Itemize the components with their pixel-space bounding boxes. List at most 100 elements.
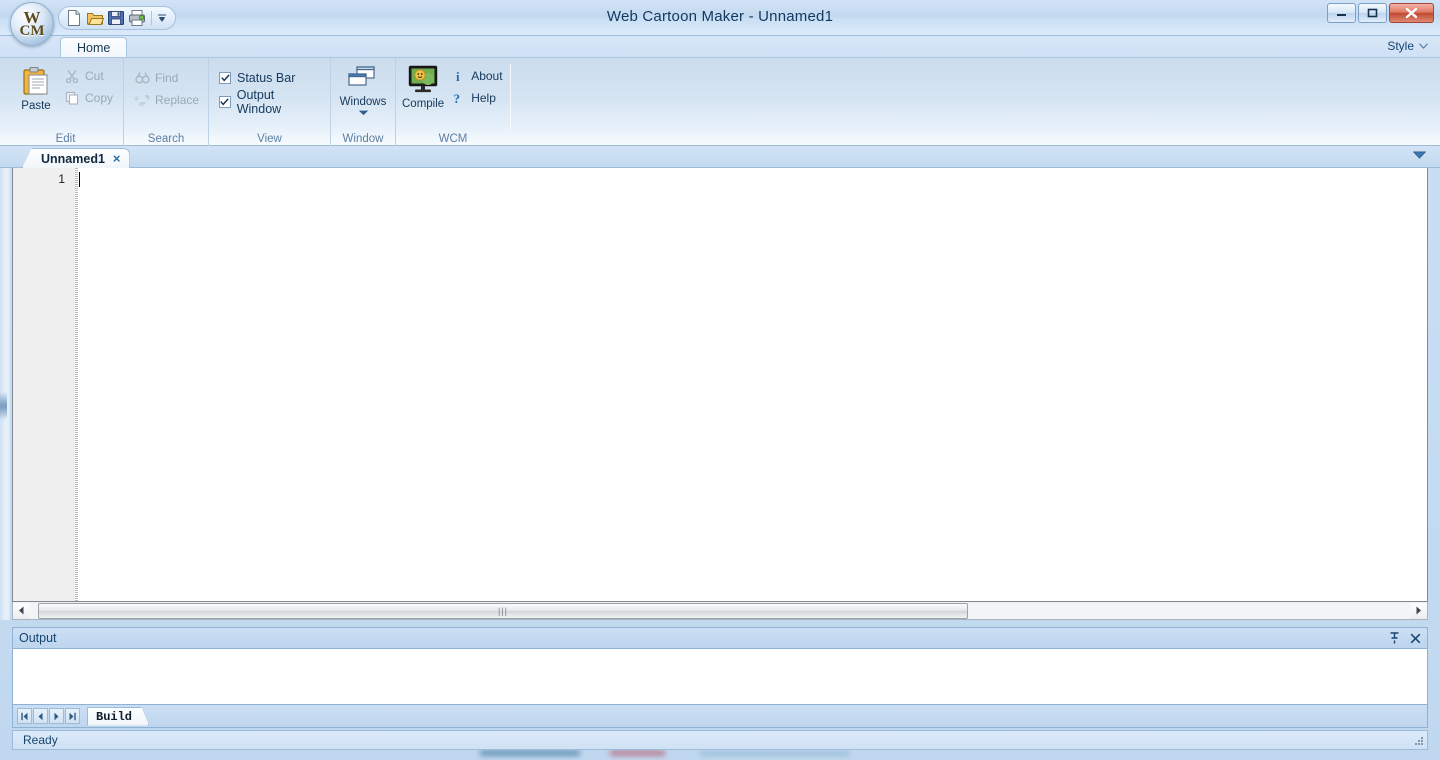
nav-first-button[interactable] xyxy=(17,708,32,724)
ribbon-group-search: Find a ae Replace Search xyxy=(123,58,209,147)
status-bar-checkbox-label: Status Bar xyxy=(237,71,296,85)
editor-horizontal-scrollbar[interactable]: ||| xyxy=(12,602,1428,620)
windows-button-label: Windows xyxy=(339,96,387,108)
quick-access-toolbar xyxy=(58,6,176,30)
edit-small-buttons: Cut Copy xyxy=(60,62,117,108)
output-window-checkbox-item[interactable]: Output Window xyxy=(215,88,324,116)
tab-home-label: Home xyxy=(77,41,111,55)
find-icon xyxy=(134,70,150,86)
chevron-down-icon xyxy=(358,110,368,115)
application-menu-button[interactable]: W CM xyxy=(10,2,54,46)
code-editor[interactable]: 1 xyxy=(12,168,1428,602)
status-bar-message: Ready xyxy=(23,733,58,747)
left-splitter-handle[interactable] xyxy=(0,392,7,420)
pin-icon[interactable] xyxy=(1389,632,1400,644)
title-bar: Web Cartoon Maker - Unnamed1 xyxy=(0,0,1440,36)
about-button-label: About xyxy=(471,69,503,83)
resize-grip-icon[interactable] xyxy=(1412,734,1425,747)
compile-icon xyxy=(408,65,438,93)
status-bar-checkbox[interactable] xyxy=(219,72,231,84)
status-bar-checkbox-item[interactable]: Status Bar xyxy=(215,67,299,89)
chevron-down-icon xyxy=(1419,43,1428,49)
scrollbar-track[interactable]: ||| xyxy=(30,602,1410,619)
output-panel-tabbar: Build xyxy=(12,705,1428,728)
svg-text:ae: ae xyxy=(139,100,145,108)
output-panel-tools xyxy=(1389,632,1421,644)
scroll-left-button[interactable] xyxy=(13,602,30,619)
svg-text:?: ? xyxy=(454,91,461,105)
background-artifact xyxy=(610,750,665,756)
replace-button[interactable]: a ae Replace xyxy=(130,90,203,110)
maximize-button[interactable] xyxy=(1358,3,1387,23)
nav-next-button[interactable] xyxy=(49,708,64,724)
window-controls xyxy=(1327,3,1434,23)
paste-button[interactable]: Paste xyxy=(14,62,58,112)
tab-home[interactable]: Home xyxy=(60,37,128,58)
windows-button[interactable]: Windows xyxy=(333,62,393,115)
about-button[interactable]: i About xyxy=(446,66,506,86)
cut-button[interactable]: Cut xyxy=(60,66,117,86)
app-logo-text: W CM xyxy=(19,9,45,39)
document-tab-label: Unnamed1 xyxy=(41,151,105,166)
save-icon[interactable] xyxy=(107,9,125,27)
ribbon-group-window-label: Window xyxy=(342,133,384,145)
info-icon: i xyxy=(450,68,466,84)
copy-button-label: Copy xyxy=(84,91,113,105)
cut-button-label: Cut xyxy=(84,69,104,83)
close-icon[interactable] xyxy=(1410,633,1421,644)
copy-icon xyxy=(64,90,80,106)
chevron-down-icon[interactable] xyxy=(157,13,167,23)
ribbon-group-wcm-label: WCM xyxy=(438,133,468,145)
find-button[interactable]: Find xyxy=(130,68,203,88)
line-number: 1 xyxy=(58,172,65,186)
style-menu-button[interactable]: Style xyxy=(1387,39,1428,53)
compile-button[interactable]: Compile xyxy=(402,62,444,110)
line-number-gutter: 1 xyxy=(13,168,75,601)
text-caret xyxy=(79,172,80,187)
copy-button[interactable]: Copy xyxy=(60,88,117,108)
svg-text:i: i xyxy=(456,69,460,83)
print-icon[interactable] xyxy=(128,9,146,27)
style-menu-label: Style xyxy=(1387,39,1414,53)
nav-prev-button[interactable] xyxy=(33,708,48,724)
status-bar: Ready xyxy=(12,730,1428,750)
ribbon-tabstrip: W CM Home Style xyxy=(0,2,1440,58)
minimize-button[interactable] xyxy=(1327,3,1356,23)
ribbon-group-window: Windows Window xyxy=(330,58,396,147)
find-button-label: Find xyxy=(155,71,179,85)
output-tab-build-label: Build xyxy=(96,709,133,724)
close-icon[interactable]: × xyxy=(113,152,121,165)
chevron-down-icon[interactable] xyxy=(1413,151,1426,159)
ribbon-panel: Paste Cut Copy Edit Find a ae Replace Se… xyxy=(0,57,1440,147)
document-tab-unnamed1[interactable]: Unnamed1 × xyxy=(22,148,130,168)
cut-icon xyxy=(64,68,80,84)
app-logo-line2: CM xyxy=(19,22,45,39)
scrollbar-grip: ||| xyxy=(497,605,508,616)
search-small-buttons: Find a ae Replace xyxy=(130,62,203,110)
close-button[interactable] xyxy=(1389,3,1434,23)
output-panel-content[interactable] xyxy=(12,649,1428,705)
scrollbar-thumb[interactable]: ||| xyxy=(38,602,968,619)
output-window-checkbox-label: Output Window xyxy=(236,88,282,116)
output-panel-header: Output xyxy=(12,627,1428,649)
ribbon-group-view-label: View xyxy=(257,133,282,145)
output-panel-title: Output xyxy=(19,631,57,645)
ribbon-group-wcm: Compile i About ? Help WCM xyxy=(395,58,511,147)
scroll-right-button[interactable] xyxy=(1410,602,1427,619)
ribbon-area: W CM Home Style Paste Cut Copy Edit Find… xyxy=(0,2,1440,147)
document-tabbar: Unnamed1 × xyxy=(0,146,1440,168)
open-icon[interactable] xyxy=(86,9,104,27)
windows-icon xyxy=(348,66,375,86)
background-artifact xyxy=(700,751,850,756)
help-icon: ? xyxy=(450,90,466,106)
editor-margin-line xyxy=(75,168,78,601)
background-artifact xyxy=(480,750,580,756)
paste-icon xyxy=(23,66,48,95)
output-window-checkbox[interactable] xyxy=(219,96,231,108)
output-panel: Output Build xyxy=(12,627,1428,728)
replace-icon: a ae xyxy=(134,92,150,108)
nav-last-button[interactable] xyxy=(65,708,80,724)
help-button[interactable]: ? Help xyxy=(446,88,506,108)
new-icon[interactable] xyxy=(65,9,83,27)
output-tab-build[interactable]: Build xyxy=(87,707,149,726)
